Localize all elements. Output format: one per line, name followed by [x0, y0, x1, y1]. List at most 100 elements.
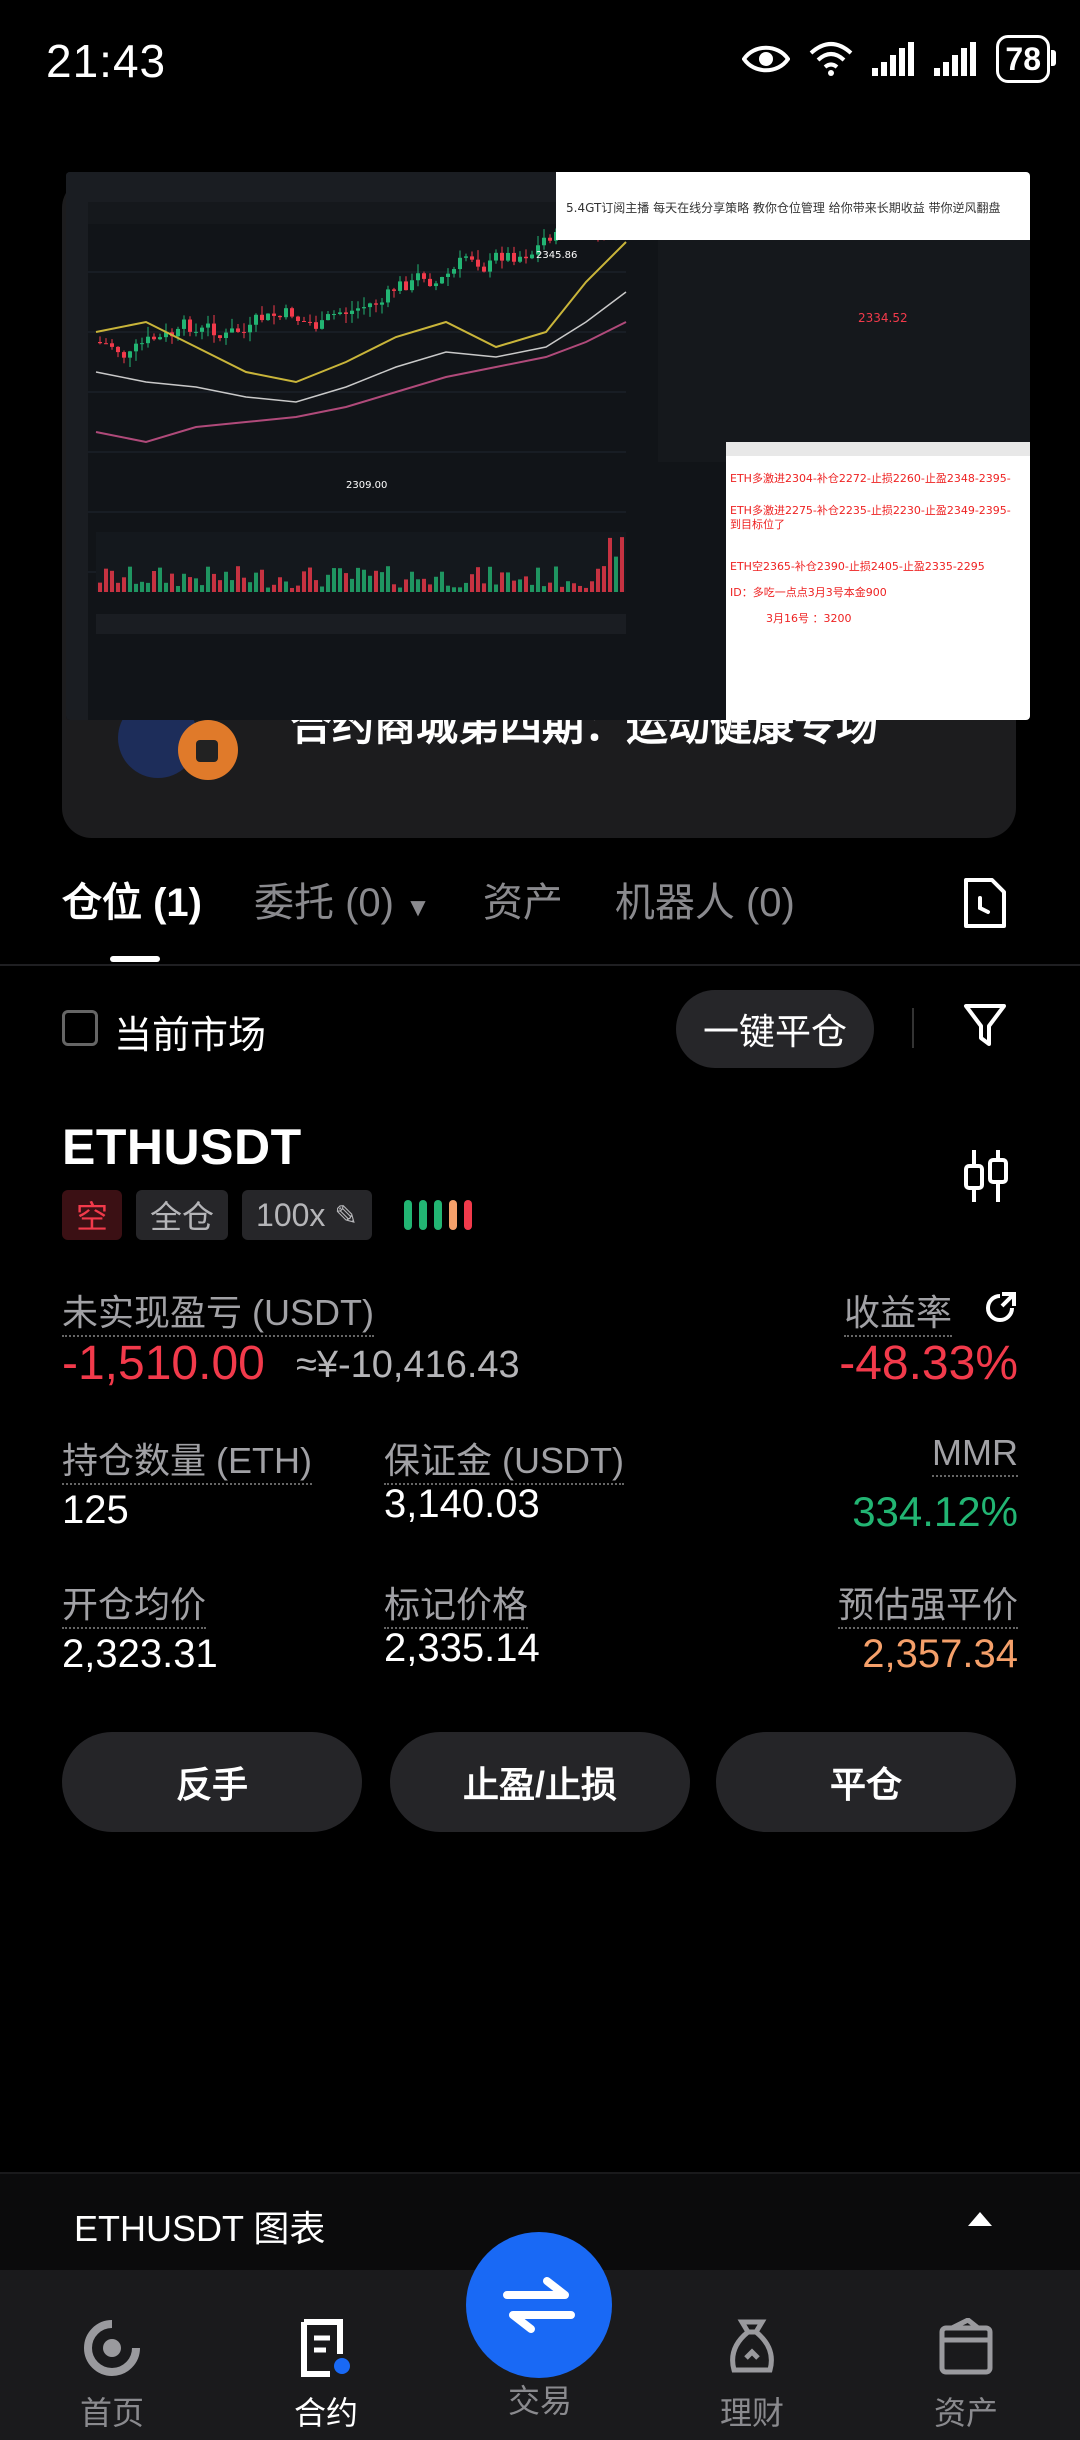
shot-volume-bar	[212, 573, 216, 592]
nav-earn[interactable]: 理财	[672, 2318, 832, 2434]
shot-candle	[230, 328, 234, 333]
shot-candle	[506, 252, 510, 261]
tab-assets[interactable]: 资产	[483, 870, 563, 928]
shot-candle	[266, 313, 270, 321]
risk-bar	[463, 1200, 472, 1230]
shot-candle	[542, 237, 546, 246]
tab-orders[interactable]: 委托 (0) ▼	[254, 870, 431, 928]
shot-candle	[338, 312, 342, 315]
shot-volume-bar	[152, 570, 156, 592]
shot-candle	[440, 277, 444, 284]
shot-candle	[302, 321, 306, 323]
shot-candle	[320, 320, 324, 329]
margin-label: 保证金 (USDT)	[384, 1440, 624, 1485]
position-symbol[interactable]: ETHUSDT	[62, 1118, 302, 1176]
shot-volume-bar	[386, 566, 390, 592]
shot-volume-bar	[476, 567, 480, 592]
shot-volume-bar	[614, 556, 618, 592]
shot-volume-bar	[410, 571, 414, 592]
filter-icon[interactable]	[962, 1002, 1008, 1053]
shot-candle	[314, 322, 318, 329]
position-tabs: 仓位 (1) 委托 (0) ▼ 资产 机器人 (0)	[62, 870, 795, 928]
position-settings-icon[interactable]	[962, 1148, 1010, 1209]
tab-positions[interactable]: 仓位 (1)	[62, 870, 202, 928]
shot-low: 2309.00	[346, 480, 387, 491]
risk-bar	[448, 1200, 457, 1230]
shot-candle	[500, 252, 504, 261]
shot-volume-bar	[554, 566, 558, 592]
shot-candle	[332, 314, 336, 316]
shot-candle	[110, 343, 114, 347]
nav-home[interactable]: 首页	[32, 2318, 192, 2434]
shot-volume-bar	[194, 578, 198, 592]
leverage-badge[interactable]: 100x ✎	[242, 1190, 372, 1240]
history-doc-icon[interactable]	[962, 876, 1008, 935]
floating-stream-window[interactable]: 2345.86 2309.00 5.4GT订阅主播 每天在线分享策略 教你仓位管…	[66, 172, 1030, 720]
nav-assets[interactable]: 资产	[886, 2318, 1046, 2434]
nav-futures[interactable]: 合约	[246, 2318, 406, 2434]
shot-volume-bar	[320, 586, 324, 592]
shot-volume-bar	[506, 572, 510, 592]
close-position-button[interactable]: 平仓	[716, 1732, 1016, 1832]
shot-volume-bar	[398, 587, 402, 592]
shot-candle	[344, 312, 348, 314]
status-icons: 78	[742, 34, 1056, 84]
pnl-label-wrap: 未实现盈亏 (USDT)	[62, 1284, 374, 1337]
shot-volume-bar	[482, 583, 486, 592]
shot-volume-bar	[356, 567, 360, 592]
status-time: 21:43	[46, 35, 167, 87]
liq-price-label: 预估强平价	[837, 1584, 1018, 1629]
shot-candle	[272, 313, 276, 316]
shot-candle	[200, 327, 204, 332]
shot-volume-bar	[512, 580, 516, 592]
shot-volume-bar	[566, 581, 570, 592]
shot-candle	[470, 256, 474, 260]
shot-candle	[308, 321, 312, 323]
shot-candle	[386, 289, 390, 303]
current-market-checkbox[interactable]	[62, 1010, 98, 1046]
margin-value: 3,140.03	[384, 1482, 540, 1526]
shot-stream-banner: 5.4GT订阅主播 每天在线分享策略 教你仓位管理 给你带来长期收益 带你逆风翻…	[566, 200, 1001, 215]
shot-volume-bar	[134, 583, 138, 592]
shot-candle	[446, 273, 450, 278]
trade-fab[interactable]	[466, 2232, 612, 2378]
shot-candle	[236, 328, 240, 332]
close-all-button[interactable]: 一键平仓	[676, 990, 874, 1068]
shot-volume-bar	[98, 582, 102, 592]
shot-volume-bar	[248, 582, 252, 592]
position-tags: 空 全仓 100x ✎	[62, 1190, 472, 1240]
shot-volume-bar	[380, 572, 384, 592]
shot-candle	[326, 314, 330, 321]
reverse-button[interactable]: 反手	[62, 1732, 362, 1832]
tab-bots[interactable]: 机器人 (0)	[615, 870, 795, 928]
nav-trade[interactable]: 交易	[460, 2376, 620, 2422]
entry-price-label: 开仓均价	[62, 1584, 207, 1629]
eye-icon	[742, 45, 791, 73]
tabs-divider	[0, 964, 1080, 966]
nav-home-label: 首页	[79, 2395, 144, 2431]
wifi-icon	[810, 42, 853, 76]
shot-candle	[362, 307, 366, 309]
shot-volume-bar	[278, 577, 282, 592]
shot-candle	[122, 352, 126, 358]
shot-volume-bar	[326, 574, 330, 592]
shot-candle	[176, 328, 180, 337]
liq-label-wrap: 预估强平价	[837, 1576, 1018, 1629]
shot-volume-bar	[236, 566, 240, 592]
shot-candle	[224, 332, 228, 338]
tpsl-button[interactable]: 止盈/止损	[390, 1732, 690, 1832]
shot-candle	[368, 303, 372, 308]
shot-candle	[218, 335, 222, 338]
share-icon[interactable]	[982, 1290, 1018, 1331]
shot-candle	[416, 273, 420, 281]
shot-volume-bar	[254, 572, 258, 592]
chevron-up-icon[interactable]	[966, 2210, 994, 2233]
shot-volume-bar	[206, 566, 210, 592]
shot-volume-bar	[494, 584, 498, 592]
nav-earn-label: 理财	[719, 2395, 784, 2431]
size-label-wrap: 持仓数量 (ETH)	[62, 1432, 312, 1485]
shot-volume-bar	[164, 582, 168, 592]
shot-candle	[458, 257, 462, 270]
shot-volume-bar	[242, 577, 246, 592]
shot-volume-bar	[332, 568, 336, 592]
